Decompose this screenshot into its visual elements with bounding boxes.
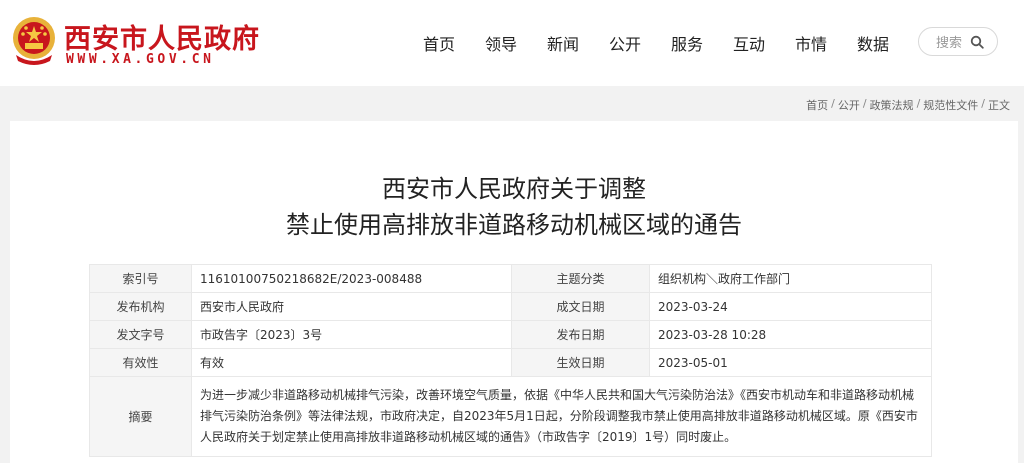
nav-item-home[interactable]: 首页 bbox=[408, 31, 470, 55]
meta-label-validity: 有效性 bbox=[89, 348, 192, 377]
main-nav: 首页 领导 新闻 公开 服务 互动 市情 数据 bbox=[408, 31, 904, 55]
meta-label-issuer: 发布机构 bbox=[89, 292, 192, 321]
meta-value-effective-date: 2023-05-01 bbox=[649, 348, 932, 377]
table-row: 摘要 为进一步减少非道路移动机械排气污染，改善环境空气质量，依据《中华人民共和国… bbox=[89, 376, 932, 457]
meta-value-category: 组织机构＼政府工作部门 bbox=[649, 264, 932, 293]
breadcrumb-open[interactable]: 公开 bbox=[838, 97, 860, 113]
breadcrumb-home[interactable]: 首页 bbox=[806, 97, 828, 113]
nav-item-interaction[interactable]: 互动 bbox=[718, 31, 780, 55]
breadcrumb-policy[interactable]: 政策法规 bbox=[870, 97, 914, 113]
breadcrumb-separator: / bbox=[831, 97, 835, 110]
meta-label-index: 索引号 bbox=[89, 264, 192, 293]
breadcrumb-current: 正文 bbox=[988, 99, 1010, 112]
document-meta-table: 索引号 11610100750218682E/2023-008488 主题分类 … bbox=[89, 264, 932, 457]
breadcrumb: 首页 / 公开 / 政策法规 / 规范性文件 / 正文 bbox=[806, 97, 1010, 113]
table-row: 有效性 有效 生效日期 2023-05-01 bbox=[89, 348, 932, 377]
nav-item-city-info[interactable]: 市情 bbox=[780, 31, 842, 55]
nav-item-data[interactable]: 数据 bbox=[842, 31, 904, 55]
site-url: WWW.XA.GOV.CN bbox=[66, 52, 215, 67]
meta-label-published-date: 发布日期 bbox=[511, 320, 650, 349]
meta-label-doc-number: 发文字号 bbox=[89, 320, 192, 349]
meta-value-doc-number: 市政告字〔2023〕3号 bbox=[191, 320, 512, 349]
nav-item-services[interactable]: 服务 bbox=[656, 31, 718, 55]
site-title[interactable]: 西安市人民政府 bbox=[64, 17, 260, 56]
site-header: 西安市人民政府 WWW.XA.GOV.CN 首页 领导 新闻 公开 服务 互动 … bbox=[0, 0, 1024, 86]
search-label: 搜索 bbox=[936, 36, 963, 51]
meta-value-index: 11610100750218682E/2023-008488 bbox=[191, 264, 512, 293]
breadcrumb-normative[interactable]: 规范性文件 bbox=[923, 97, 978, 113]
document-title-line2: 禁止使用高排放非道路移动机械区域的通告 bbox=[286, 211, 742, 239]
breadcrumb-separator: / bbox=[981, 97, 985, 110]
meta-value-issuer: 西安市人民政府 bbox=[191, 292, 512, 321]
meta-value-published-date: 2023-03-28 10:28 bbox=[649, 320, 932, 349]
table-row: 发布机构 西安市人民政府 成文日期 2023-03-24 bbox=[89, 292, 932, 321]
meta-label-written-date: 成文日期 bbox=[511, 292, 650, 321]
meta-label-effective-date: 生效日期 bbox=[511, 348, 650, 377]
document-title-line1: 西安市人民政府关于调整 bbox=[382, 175, 646, 203]
search-icon[interactable] bbox=[970, 35, 984, 49]
meta-value-validity: 有效 bbox=[191, 348, 512, 377]
meta-label-abstract: 摘要 bbox=[89, 376, 192, 457]
nav-item-news[interactable]: 新闻 bbox=[532, 31, 594, 55]
nav-item-open[interactable]: 公开 bbox=[594, 31, 656, 55]
national-emblem-icon[interactable] bbox=[10, 15, 58, 65]
breadcrumb-separator: / bbox=[916, 97, 921, 110]
breadcrumb-separator: / bbox=[862, 97, 867, 110]
table-row: 发文字号 市政告字〔2023〕3号 发布日期 2023-03-28 10:28 bbox=[89, 320, 932, 349]
content-panel: 西安市人民政府关于调整 禁止使用高排放非道路移动机械区域的通告 索引号 1161… bbox=[10, 121, 1018, 463]
table-row: 索引号 11610100750218682E/2023-008488 主题分类 … bbox=[89, 264, 932, 293]
meta-value-abstract: 为进一步减少非道路移动机械排气污染，改善环境空气质量，依据《中华人民共和国大气污… bbox=[191, 376, 932, 457]
meta-value-written-date: 2023-03-24 bbox=[649, 292, 932, 321]
meta-label-category: 主题分类 bbox=[511, 264, 650, 293]
search-box[interactable]: 搜索 bbox=[918, 27, 998, 56]
nav-item-leaders[interactable]: 领导 bbox=[470, 31, 532, 55]
